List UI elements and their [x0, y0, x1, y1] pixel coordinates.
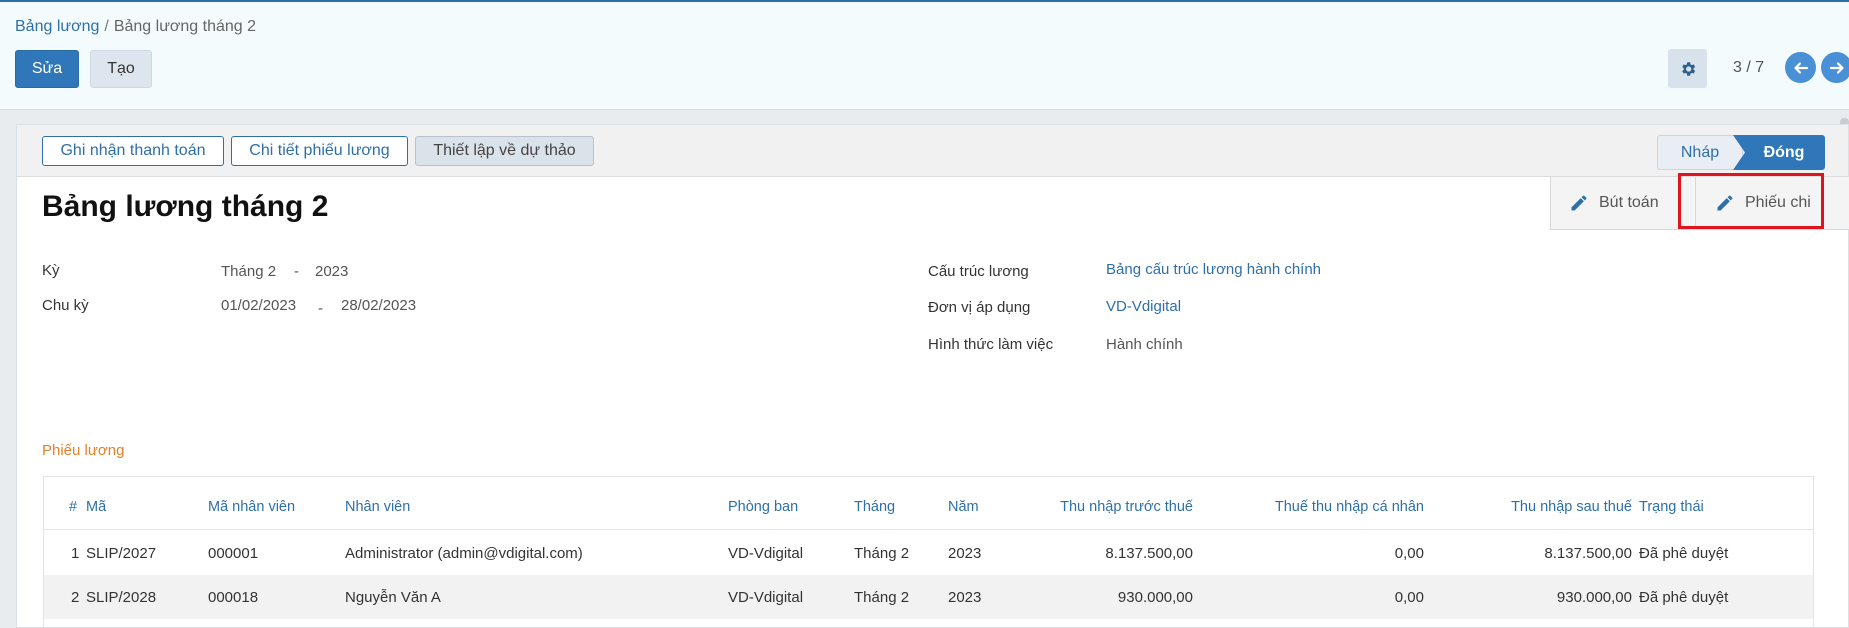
gross-income: 8.137.500,00 [1105, 545, 1193, 562]
settings-button[interactable] [1668, 49, 1707, 88]
breadcrumb-separator: / [104, 18, 109, 35]
column-status[interactable]: Trạng thái [1639, 499, 1704, 515]
salary-structure-link[interactable]: Bảng cấu trúc lương hành chính [1106, 261, 1321, 278]
year: 2023 [948, 545, 982, 562]
employee-name: Administrator (admin@vdigital.com) [345, 545, 583, 562]
period-year[interactable]: 2023 [315, 263, 348, 280]
personal-income-tax: 0,00 [1394, 545, 1424, 562]
pager-counter: 3 / 7 [1733, 59, 1765, 76]
previous-record-button[interactable] [1785, 52, 1816, 83]
page-title: Bảng lương tháng 2 [42, 190, 329, 223]
slip-code: SLIP/2028 [86, 589, 157, 606]
period-label: Kỳ [42, 262, 60, 279]
period-separator: - [294, 263, 299, 280]
row-index: 1 [71, 545, 80, 562]
form-sheet: Ghi nhận thanh toán Chi tiết phiếu lương… [16, 124, 1849, 628]
payslips-section-title: Phiếu lương [42, 442, 125, 459]
status-text: Đã phê duyệt [1639, 589, 1729, 606]
cycle-label: Chu kỳ [42, 297, 89, 314]
column-net-income[interactable]: Thu nhập sau thuế [1511, 499, 1632, 515]
gear-icon [1681, 61, 1695, 76]
salary-structure-label: Cấu trúc lương [928, 263, 1029, 280]
department: VD-Vdigital [728, 589, 804, 606]
edit-button[interactable]: Sửa [15, 50, 79, 88]
work-type-value[interactable]: Hành chính [1106, 336, 1183, 353]
work-type-label: Hình thức làm việc [928, 336, 1054, 353]
stage-draft[interactable]: Nháp [1657, 135, 1743, 170]
cycle-to-date[interactable]: 28/02/2023 [341, 297, 416, 314]
column-year[interactable]: Năm [948, 499, 979, 515]
breadcrumb: Bảng lương / Bảng lương tháng 2 [15, 18, 256, 36]
employee-name: Nguyễn Văn A [345, 589, 441, 606]
status-text: Đã phê duyệt [1639, 545, 1729, 562]
column-month[interactable]: Tháng [854, 499, 895, 515]
control-panel: Bảng lương / Bảng lương tháng 2 Sửa Tạo 3 … [0, 0, 1849, 110]
month: Tháng 2 [854, 545, 910, 562]
slip-details-button[interactable]: Chi tiết phiếu lương [231, 136, 408, 166]
slip-code: SLIP/2027 [86, 545, 157, 562]
department: VD-Vdigital [728, 545, 804, 562]
next-record-button[interactable] [1821, 52, 1849, 83]
column-department[interactable]: Phòng ban [728, 499, 798, 515]
breadcrumb-current: Bảng lương tháng 2 [113, 18, 257, 35]
net-income: 8.137.500,00 [1544, 545, 1632, 562]
breadcrumb-parent-link[interactable]: Bảng lương [15, 18, 99, 35]
column-code[interactable]: Mã [86, 499, 106, 515]
table-row[interactable]: 2 SLIP/2028 000018 Nguyễn Văn A VD-Vdigi… [44, 575, 1813, 619]
column-employee[interactable]: Nhân viên [345, 499, 410, 515]
net-income: 930.000,00 [1556, 589, 1632, 606]
column-personal-income-tax[interactable]: Thuế thu nhập cá nhân [1275, 499, 1424, 515]
arrow-left-icon [1793, 61, 1808, 74]
table-header: # Mã Mã nhân viên Nhân viên Phòng ban Th… [44, 477, 1813, 530]
applied-unit-link[interactable]: VD-Vdigital [1106, 298, 1181, 315]
set-to-draft-button[interactable]: Thiết lập về dự thảo [415, 136, 594, 166]
column-employee-code[interactable]: Mã nhân viên [208, 499, 295, 515]
month: Tháng 2 [854, 589, 910, 606]
highlight-annotation [1678, 173, 1824, 229]
column-index: # [69, 499, 78, 515]
period-month[interactable]: Tháng 2 [221, 263, 276, 280]
personal-income-tax: 0,00 [1394, 589, 1424, 606]
cycle-from-date[interactable]: 01/02/2023 [221, 297, 296, 314]
row-index: 2 [71, 589, 80, 606]
table-row[interactable]: 1 SLIP/2027 000001 Administrator (admin@… [44, 531, 1813, 575]
year: 2023 [948, 589, 982, 606]
gross-income: 930.000,00 [1117, 589, 1193, 606]
applied-unit-label: Đơn vị áp dụng [928, 299, 1031, 316]
cycle-separator: - [318, 300, 323, 317]
column-gross-income[interactable]: Thu nhập trước thuế [1060, 499, 1193, 515]
employee-code: 000018 [208, 589, 259, 606]
arrow-right-icon [1829, 61, 1844, 74]
record-payment-button[interactable]: Ghi nhận thanh toán [42, 136, 224, 166]
employee-code: 000001 [208, 545, 259, 562]
journal-entry-button[interactable]: Bút toán [1551, 177, 1696, 229]
stage-done[interactable]: Đóng [1733, 135, 1825, 170]
payslips-table: # Mã Mã nhân viên Nhân viên Phòng ban Th… [43, 476, 1814, 628]
status-bar: Ghi nhận thanh toán Chi tiết phiếu lương… [17, 125, 1848, 177]
pencil-icon [1571, 195, 1587, 211]
journal-entry-label: Bút toán [1599, 194, 1659, 211]
create-button[interactable]: Tạo [90, 50, 152, 88]
